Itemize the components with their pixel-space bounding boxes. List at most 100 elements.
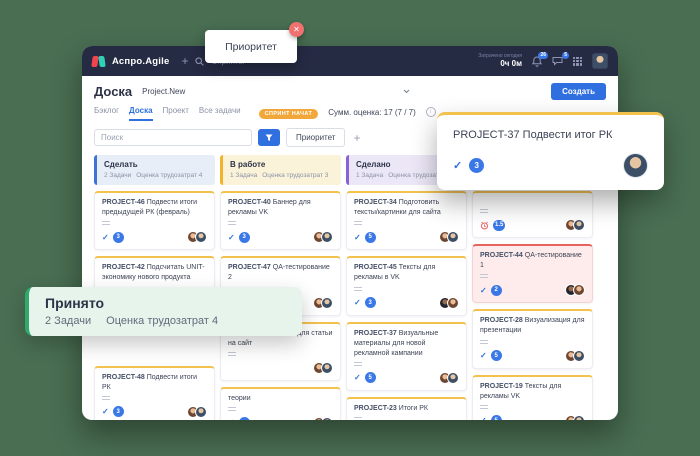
card-footer: ✓5 [480, 350, 585, 362]
task-title: PROJECT-34 Подготовить тексты/картинки д… [354, 198, 459, 218]
card-footer: ✓5 [480, 415, 585, 420]
accepted-meta: 2 Задачи Оценка трудозатрат 4 [45, 315, 302, 327]
add-filter-icon[interactable]: + [353, 132, 360, 144]
description-icon [102, 396, 110, 401]
task-card[interactable]: PROJECT-48 Подвести итоги РК✓3 [94, 366, 215, 420]
task-title: PROJECT-44 QA-тестирование 1 [480, 251, 585, 271]
filter-button[interactable] [258, 129, 280, 146]
info-icon[interactable]: i [426, 107, 436, 117]
card-footer: ✓5 [354, 372, 459, 384]
task-id: PROJECT-45 [354, 264, 399, 271]
task-card[interactable]: PROJECT-34 Подготовить тексты/картинки д… [346, 191, 467, 250]
search-icon[interactable] [195, 57, 204, 66]
card-footer: ✓5 [354, 231, 459, 243]
avatar-group [439, 231, 459, 243]
task-id: PROJECT-40 [228, 199, 273, 206]
avatar [321, 417, 333, 420]
project-selector[interactable]: Project.New [142, 87, 410, 96]
check-icon: ✓ [102, 407, 109, 416]
board-header-row: Доска Project.New Создать [82, 76, 618, 103]
avatar [573, 350, 585, 362]
check-count-badge: 5 [365, 372, 376, 383]
task-card[interactable]: PROJECT-40 Баннер для рекламы VK ✓3 [220, 191, 341, 250]
create-button[interactable]: Создать [551, 83, 606, 100]
app-window: Аспро.Agile + Спринты Затрачено сегодня … [82, 46, 618, 420]
avatar-group [565, 284, 585, 296]
tab-all-tasks[interactable]: Все задачи [199, 106, 241, 121]
task-title [480, 198, 585, 206]
check-count-badge: 3 [113, 406, 124, 417]
avatar [447, 372, 459, 384]
task-title: PROJECT-23 Итоги РК [354, 404, 459, 414]
avatar [623, 153, 648, 178]
task-card[interactable]: 1.5 [472, 191, 593, 238]
column-task-count: 2 Задачи [104, 172, 131, 179]
tab-board[interactable]: Доска [129, 106, 152, 121]
task-title: PROJECT-40 Баннер для рекламы VK [228, 198, 333, 218]
task-card[interactable]: PROJECT-44 QA-тестирование 1✓2 [472, 244, 593, 303]
column-estimate: Оценка трудозатрат 3 [262, 172, 328, 179]
task-id: PROJECT-19 [480, 383, 525, 390]
chat-icon [552, 56, 563, 66]
avatar [573, 284, 585, 296]
create-icon[interactable]: + [181, 55, 188, 67]
accepted-title: Принято [45, 295, 302, 311]
filter-chip-priority[interactable]: Приоритет [286, 128, 345, 147]
avatar-group [565, 415, 585, 420]
task-card[interactable]: PROJECT-37 Визуальные материалы для ново… [346, 322, 467, 391]
priority-tooltip-label: Приоритет [225, 41, 277, 53]
floating-task-footer: ✓ 3 [453, 153, 648, 178]
check-icon: ✓ [354, 373, 361, 382]
column-task-count: 1 Задача [356, 172, 383, 179]
column-meta: 2 ЗадачиОценка трудозатрат 4 [104, 172, 208, 179]
task-card[interactable]: теории✓3 [220, 387, 341, 420]
time-tracker-value: 0ч 0м [478, 59, 522, 69]
task-card[interactable]: PROJECT-19 Тексты для рекламы VK ✓5 [472, 375, 593, 420]
check-icon: ✓ [480, 286, 487, 295]
card-footer: ✓3 [228, 231, 333, 243]
column-header: В работе1 ЗадачаОценка трудозатрат 3 [220, 155, 341, 185]
notifications-button[interactable]: 26 [532, 56, 542, 67]
close-icon[interactable]: ✕ [289, 22, 304, 37]
description-icon [480, 274, 488, 279]
accepted-task-count: 2 Задачи [45, 315, 91, 327]
card-footer: 1.5 [480, 219, 585, 231]
task-title: PROJECT-42 Подсчитать UNIT-экономику нов… [102, 263, 207, 283]
description-icon [354, 287, 362, 292]
avatar [573, 415, 585, 420]
avatar-group [313, 297, 333, 309]
avatar-group [313, 362, 333, 374]
task-card[interactable]: PROJECT-46 Подвести итоги предыдущей РК … [94, 191, 215, 250]
task-card[interactable]: PROJECT-28 Визуализация для презентации✓… [472, 309, 593, 368]
description-icon [354, 362, 362, 367]
sprint-status-badge: СПРИНТ НАЧАТ [259, 109, 319, 119]
card-footer: ✓3 [102, 406, 207, 418]
check-count-badge: 5 [491, 415, 502, 420]
app-name: Аспро.Agile [112, 56, 169, 67]
search-input[interactable] [94, 129, 252, 146]
floating-task-card[interactable]: PROJECT-37 Подвести итог РК ✓ 3 [437, 112, 664, 190]
task-id: PROJECT-37 [354, 330, 399, 337]
board-column: Сделано1 ЗадачаОценка трудозатратPROJECT… [346, 155, 467, 420]
task-title: PROJECT-19 Тексты для рекламы VK [480, 382, 585, 402]
apps-grid-icon[interactable] [573, 57, 582, 66]
description-icon [354, 417, 362, 420]
board-column: 1.5PROJECT-44 QA-тестирование 1✓2PROJECT… [472, 155, 593, 420]
alarm-icon [480, 221, 489, 230]
messages-button[interactable]: 5 [552, 56, 563, 66]
time-spent-badge: 1.5 [493, 220, 505, 231]
time-tracker[interactable]: Затрачено сегодня 0ч 0м [478, 53, 522, 69]
tab-project[interactable]: Проект [163, 106, 189, 121]
task-title: PROJECT-47 QA-тестирование 2 [228, 263, 333, 283]
user-avatar[interactable] [592, 53, 608, 69]
tab-backlog[interactable]: Бэклог [94, 106, 119, 121]
task-id: PROJECT-47 [228, 264, 273, 271]
top-navigation-bar: Аспро.Agile + Спринты Затрачено сегодня … [82, 46, 618, 76]
avatar-group [187, 231, 207, 243]
task-card[interactable]: PROJECT-45 Тексты для рекламы в VK✓3 [346, 256, 467, 315]
floating-task-title: PROJECT-37 Подвести итог РК [453, 129, 648, 141]
avatar [321, 231, 333, 243]
task-card[interactable]: PROJECT-23 Итоги РК✓5 [346, 397, 467, 420]
task-title: теории [228, 394, 333, 404]
check-count-badge: 5 [365, 232, 376, 243]
